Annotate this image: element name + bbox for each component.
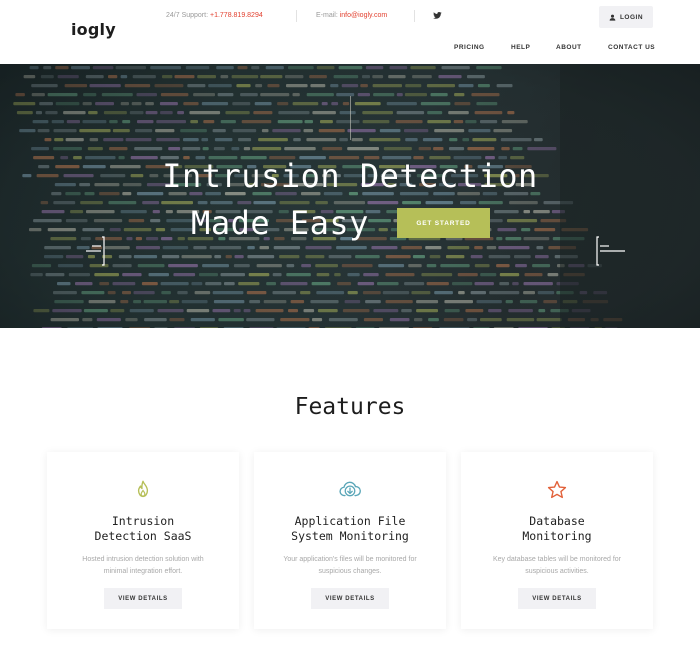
- hero-banner: Intrusion Detection Made Easy GET STARTE…: [0, 64, 700, 328]
- card-title-line-1: Intrusion: [111, 514, 175, 528]
- star-icon: [547, 480, 567, 499]
- feature-card-description: Your application's files will be monitor…: [272, 554, 428, 578]
- nav-about[interactable]: ABOUT: [556, 44, 582, 51]
- card-title-line-2: Monitoring: [522, 529, 592, 543]
- card-desc-line-2: minimal integration effort.: [103, 568, 183, 575]
- logo[interactable]: iogly: [71, 20, 116, 39]
- get-started-button[interactable]: GET STARTED: [397, 208, 490, 238]
- login-label: LOGIN: [619, 13, 644, 21]
- view-details-button[interactable]: VIEW DETAILS: [104, 588, 182, 609]
- hero-title-line-1: Intrusion Detection: [162, 157, 538, 195]
- view-details-button[interactable]: VIEW DETAILS: [311, 588, 389, 609]
- card-desc-line-2: suspicious activities.: [525, 568, 589, 575]
- feature-card-description: Key database tables will be monitored fo…: [479, 554, 635, 578]
- support-info: 24/7 Support: +1.778.819.8294: [166, 12, 263, 19]
- email-label: E-mail:: [316, 12, 340, 19]
- feature-card-intrusion-detection: Intrusion Detection SaaS Hosted intrusio…: [47, 452, 239, 629]
- card-desc-line-2: suspicious changes.: [318, 568, 382, 575]
- login-button[interactable]: LOGIN: [599, 6, 653, 28]
- flame-icon: [137, 480, 149, 498]
- support-phone[interactable]: +1.778.819.8294: [210, 12, 263, 19]
- twitter-icon[interactable]: [433, 11, 442, 20]
- feature-card-database-monitoring: Database Monitoring Key database tables …: [461, 452, 653, 629]
- card-desc-line-1: Your application's files will be monitor…: [283, 556, 417, 563]
- site-header: iogly 24/7 Support: +1.778.819.8294 E-ma…: [0, 0, 700, 64]
- header-divider: [296, 10, 297, 22]
- nav-contact-us[interactable]: CONTACT US: [608, 44, 655, 51]
- feature-card-title: Intrusion Detection SaaS: [47, 514, 239, 544]
- feature-card-title: Application File System Monitoring: [254, 514, 446, 544]
- card-title-line-1: Database: [529, 514, 585, 528]
- card-desc-line-1: Hosted intrusion detection solution with: [82, 556, 204, 563]
- card-desc-line-1: Key database tables will be monitored fo…: [492, 556, 622, 563]
- user-icon: [609, 14, 616, 21]
- hero-divider-line: [350, 96, 351, 140]
- cloud-download-icon: [339, 481, 361, 497]
- feature-card-file-monitoring: Application File System Monitoring Your …: [254, 452, 446, 629]
- feature-card-title: Database Monitoring: [461, 514, 653, 544]
- card-title-line-2: Detection SaaS: [94, 529, 192, 543]
- nav-pricing[interactable]: PRICING: [454, 44, 485, 51]
- email-info: E-mail: info@iogly.com: [316, 12, 387, 19]
- features-heading: Features: [294, 394, 406, 420]
- view-details-button[interactable]: VIEW DETAILS: [518, 588, 596, 609]
- support-label: 24/7 Support:: [166, 12, 210, 19]
- card-title-line-1: Application File: [294, 514, 406, 528]
- card-title-line-2: System Monitoring: [291, 529, 409, 543]
- email-link[interactable]: info@iogly.com: [340, 12, 387, 19]
- header-divider: [414, 10, 415, 22]
- nav-help[interactable]: HELP: [511, 44, 530, 51]
- feature-card-description: Hosted intrusion detection solution with…: [65, 554, 221, 578]
- hero-title-line-2: Made Easy: [191, 204, 369, 242]
